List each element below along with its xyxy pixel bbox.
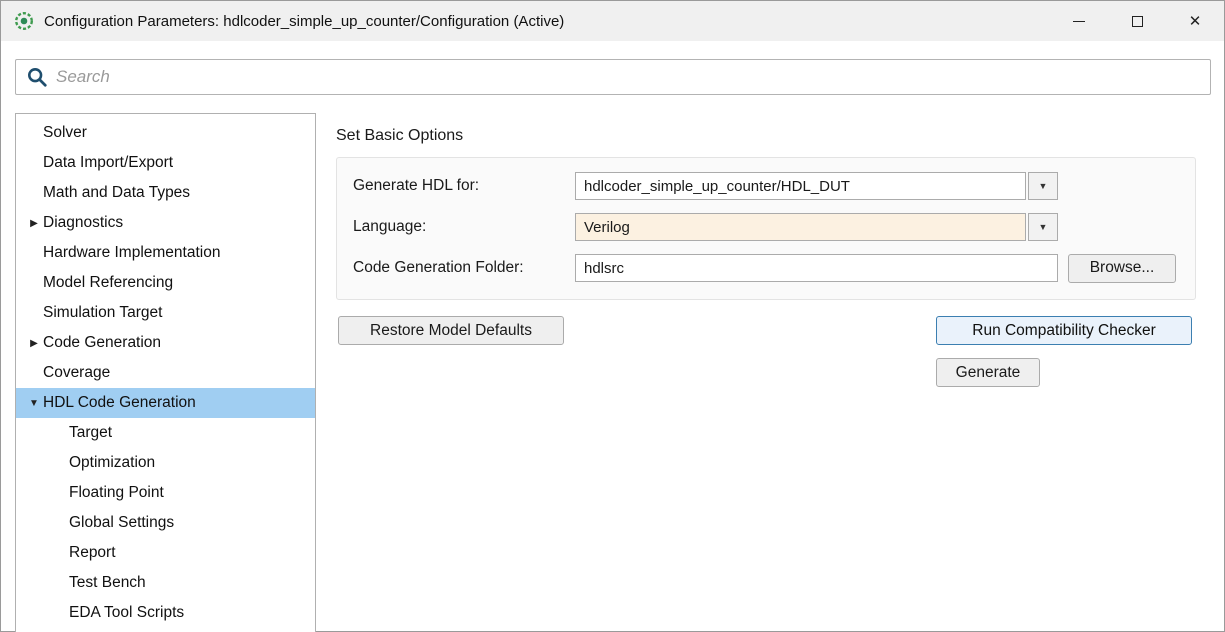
sidebar-item-label: Coverage [43,364,110,382]
close-button[interactable]: ✕ [1166,1,1224,41]
sidebar-item-report[interactable]: Report [16,538,315,568]
simulink-config-icon [13,10,35,32]
generate-hdl-for-label: Generate HDL for: [353,177,575,195]
sidebar-item-global-settings[interactable]: Global Settings [16,508,315,538]
chevron-down-icon[interactable]: ▼ [1028,172,1058,200]
sidebar-item-hdl-code-generation[interactable]: ▼ HDL Code Generation [16,388,315,418]
sidebar-item-label: EDA Tool Scripts [69,604,184,622]
sidebar-item-label: Model Referencing [43,274,173,292]
sidebar-item-label: Report [69,544,116,562]
sidebar-item-label: Global Settings [69,514,174,532]
sidebar-item-test-bench[interactable]: Test Bench [16,568,315,598]
search-bar [15,59,1211,95]
sidebar-item-label: Optimization [69,454,155,472]
sidebar-item-data-import-export[interactable]: Data Import/Export [16,148,315,178]
sidebar-item-label: Data Import/Export [43,154,173,172]
config-tree-sidebar: Solver Data Import/Export Math and Data … [15,113,316,632]
restore-model-defaults-button[interactable]: Restore Model Defaults [338,316,564,345]
sidebar-item-label: HDL Code Generation [43,394,196,412]
sidebar-item-label: Hardware Implementation [43,244,220,262]
browse-button[interactable]: Browse... [1068,254,1176,283]
minimize-icon [1073,21,1085,22]
window-controls: ✕ [1050,1,1224,41]
sidebar-item-target[interactable]: Target [16,418,315,448]
language-label: Language: [353,218,575,236]
code-generation-folder-row: Code Generation Folder: Browse... [353,254,1179,282]
close-icon: ✕ [1189,12,1202,30]
search-icon [26,66,48,88]
minimize-button[interactable] [1050,1,1108,41]
sidebar-item-model-referencing[interactable]: Model Referencing [16,268,315,298]
sidebar-item-math-and-data-types[interactable]: Math and Data Types [16,178,315,208]
sidebar-item-label: Code Generation [43,334,161,352]
tree-expanded-arrow-icon[interactable]: ▼ [25,398,43,409]
sidebar-item-simulation-target[interactable]: Simulation Target [16,298,315,328]
page-title: Set Basic Options [336,127,1212,145]
title-bar: Configuration Parameters: hdlcoder_simpl… [1,1,1224,41]
chevron-down-icon[interactable]: ▼ [1028,213,1058,241]
sidebar-item-diagnostics[interactable]: ▶ Diagnostics [16,208,315,238]
generate-hdl-for-dropdown[interactable]: hdlcoder_simple_up_counter/HDL_DUT ▼ [575,172,1058,200]
sidebar-item-label: Simulation Target [43,304,162,322]
action-buttons: Restore Model Defaults Run Compatibility… [336,316,1196,396]
sidebar-item-label: Target [69,424,112,442]
sidebar-item-label: Solver [43,124,87,142]
sidebar-item-label: Test Bench [69,574,146,592]
search-input[interactable] [56,60,1200,94]
run-compatibility-checker-button[interactable]: Run Compatibility Checker [936,316,1192,345]
sidebar-item-hardware-implementation[interactable]: Hardware Implementation [16,238,315,268]
sidebar-item-optimization[interactable]: Optimization [16,448,315,478]
maximize-button[interactable] [1108,1,1166,41]
code-generation-folder-label: Code Generation Folder: [353,259,575,277]
tree-collapsed-arrow-icon[interactable]: ▶ [25,338,43,349]
generate-hdl-for-row: Generate HDL for: hdlcoder_simple_up_cou… [353,172,1179,200]
sidebar-item-label: Floating Point [69,484,164,502]
sidebar-item-coverage[interactable]: Coverage [16,358,315,388]
sidebar-item-floating-point[interactable]: Floating Point [16,478,315,508]
generate-hdl-for-value[interactable]: hdlcoder_simple_up_counter/HDL_DUT [575,172,1026,200]
sidebar-item-solver[interactable]: Solver [16,118,315,148]
sidebar-item-label: Math and Data Types [43,184,190,202]
generate-button[interactable]: Generate [936,358,1040,387]
maximize-icon [1132,16,1143,27]
sidebar-item-eda-tool-scripts[interactable]: EDA Tool Scripts [16,598,315,628]
main-panel: Set Basic Options Generate HDL for: hdlc… [336,127,1212,396]
sidebar-item-code-generation[interactable]: ▶ Code Generation [16,328,315,358]
code-generation-folder-input[interactable] [575,254,1058,282]
language-row: Language: Verilog ▼ [353,213,1179,241]
window-title: Configuration Parameters: hdlcoder_simpl… [44,13,564,30]
language-value[interactable]: Verilog [575,213,1026,241]
sidebar-item-label: Diagnostics [43,214,123,232]
language-dropdown[interactable]: Verilog ▼ [575,213,1058,241]
basic-options-group: Generate HDL for: hdlcoder_simple_up_cou… [336,157,1196,300]
tree-collapsed-arrow-icon[interactable]: ▶ [25,218,43,229]
